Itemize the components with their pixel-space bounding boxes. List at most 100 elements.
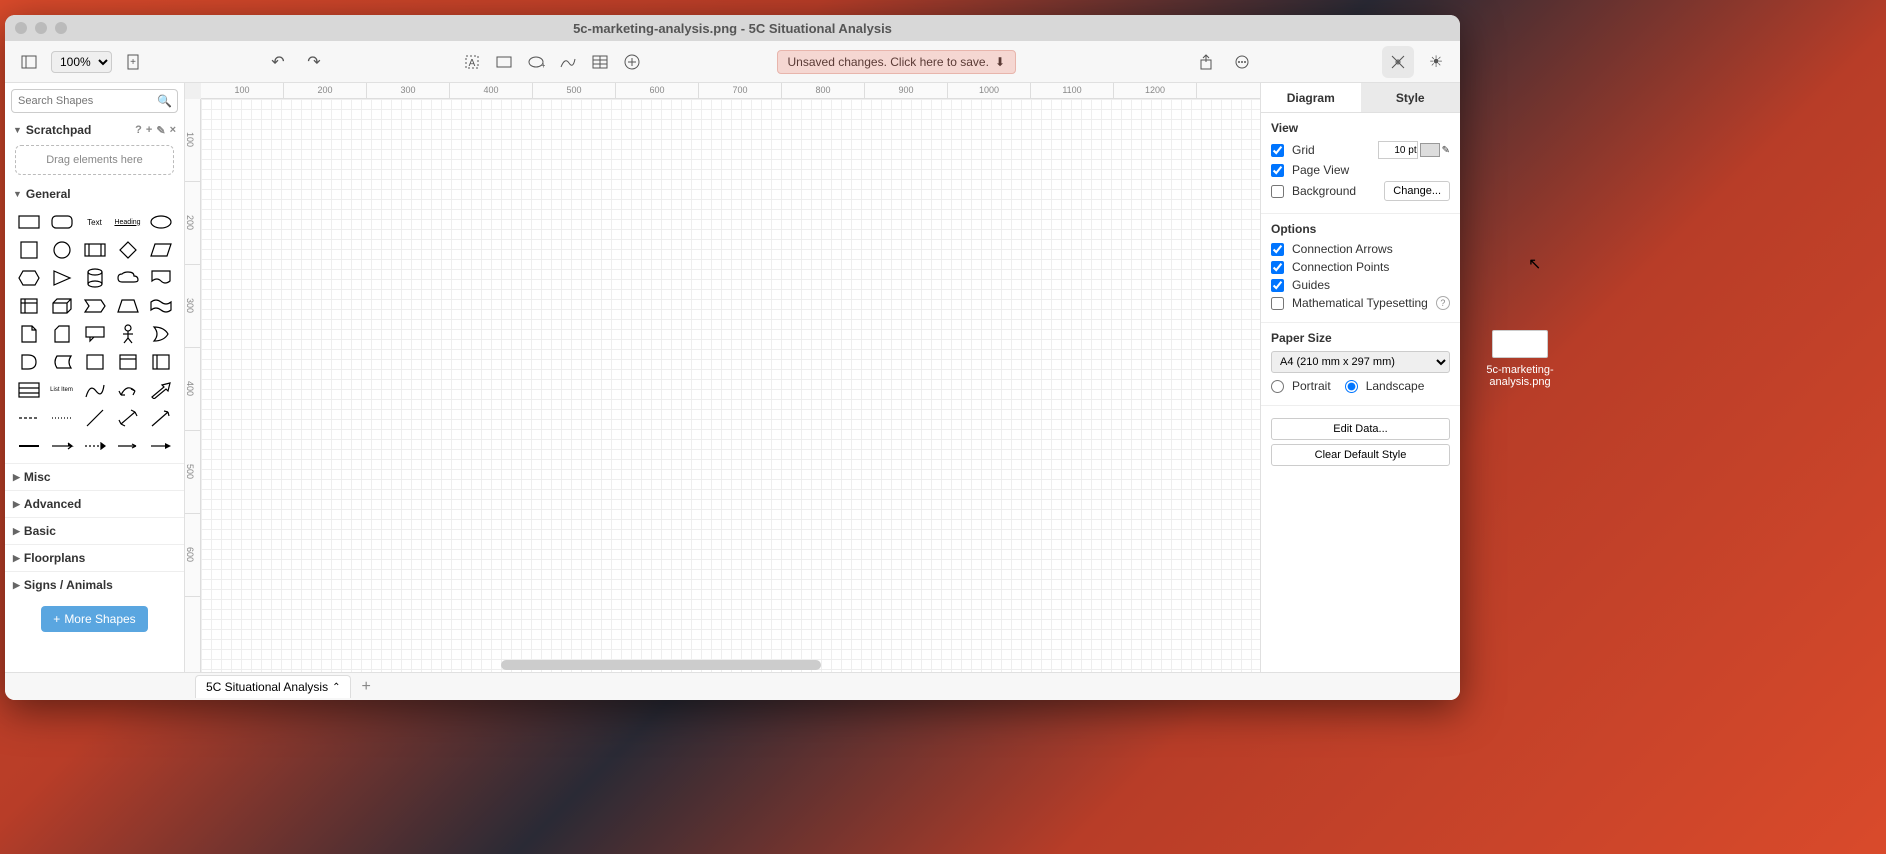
share-icon[interactable]: [1192, 48, 1220, 76]
more-shapes-button[interactable]: + More Shapes: [41, 606, 147, 632]
help-icon[interactable]: ?: [1436, 296, 1450, 310]
comments-icon[interactable]: [1228, 48, 1256, 76]
shape-card[interactable]: [46, 321, 77, 347]
shape-square[interactable]: [13, 237, 44, 263]
minimize-window-icon[interactable]: [35, 22, 47, 34]
add-page-icon[interactable]: +: [361, 678, 370, 696]
theme-icon[interactable]: ☀: [1422, 48, 1450, 76]
shape-rounded-rect[interactable]: [46, 209, 77, 235]
color-picker-icon[interactable]: ✎: [1442, 145, 1450, 156]
shape-cloud[interactable]: [112, 265, 143, 291]
guides-checkbox[interactable]: [1271, 279, 1284, 292]
category-floorplans[interactable]: ▶Floorplans: [5, 544, 184, 571]
shape-arrow-single[interactable]: [145, 405, 176, 431]
grid-color-swatch[interactable]: [1420, 143, 1440, 157]
search-input[interactable]: [11, 89, 178, 113]
shape-curve[interactable]: [79, 377, 110, 403]
background-checkbox[interactable]: [1271, 185, 1284, 198]
category-signs-animals[interactable]: ▶Signs / Animals: [5, 571, 184, 598]
horizontal-scrollbar[interactable]: [501, 660, 821, 670]
clear-style-button[interactable]: Clear Default Style: [1271, 444, 1450, 466]
shape-arrow-bi[interactable]: [112, 405, 143, 431]
shape-trapezoid[interactable]: [112, 293, 143, 319]
shape-connector-dash-arrow[interactable]: [79, 433, 110, 459]
shape-container-v[interactable]: [145, 349, 176, 375]
category-advanced[interactable]: ▶Advanced: [5, 490, 184, 517]
shape-ellipse[interactable]: [145, 209, 176, 235]
shape-or[interactable]: [145, 321, 176, 347]
shape-container-h[interactable]: [112, 349, 143, 375]
landscape-radio[interactable]: [1345, 380, 1358, 393]
shape-process[interactable]: [79, 237, 110, 263]
chevron-up-icon[interactable]: ⌃: [332, 682, 340, 693]
shape-list[interactable]: [13, 377, 44, 403]
shape-line-diag[interactable]: [79, 405, 110, 431]
shape-connector-solid[interactable]: [13, 433, 44, 459]
text-tool-icon[interactable]: A: [458, 48, 486, 76]
close-window-icon[interactable]: [15, 22, 27, 34]
shape-line-dotted[interactable]: [46, 405, 77, 431]
grid-size-input[interactable]: [1378, 141, 1418, 159]
grid-checkbox[interactable]: [1271, 144, 1284, 157]
maximize-window-icon[interactable]: [55, 22, 67, 34]
shape-circle[interactable]: [46, 237, 77, 263]
shape-document[interactable]: [145, 265, 176, 291]
shape-step[interactable]: [79, 293, 110, 319]
paper-size-select[interactable]: A4 (210 mm x 297 mm): [1271, 351, 1450, 373]
shape-connector-arrow[interactable]: [46, 433, 77, 459]
insert-icon[interactable]: [618, 48, 646, 76]
shape-connector-filled[interactable]: [145, 433, 176, 459]
tab-style[interactable]: Style: [1361, 83, 1461, 112]
shape-cylinder[interactable]: [79, 265, 110, 291]
shape-heading[interactable]: Heading: [112, 209, 143, 235]
canvas-page[interactable]: [201, 99, 1260, 672]
desktop-file[interactable]: 5c-marketing-analysis.png: [1480, 330, 1560, 388]
scratchpad-dropzone[interactable]: Drag elements here: [15, 145, 174, 175]
ellipse-tool-icon[interactable]: +: [522, 48, 550, 76]
shape-text[interactable]: Text: [79, 209, 110, 235]
format-panel-toggle-icon[interactable]: [1382, 46, 1414, 78]
category-misc[interactable]: ▶Misc: [5, 463, 184, 490]
shape-rectangle[interactable]: [13, 209, 44, 235]
unsaved-banner[interactable]: Unsaved changes. Click here to save. ⬇: [777, 50, 1017, 74]
table-tool-icon[interactable]: [586, 48, 614, 76]
math-checkbox[interactable]: [1271, 297, 1284, 310]
shape-callout[interactable]: [79, 321, 110, 347]
rect-tool-icon[interactable]: [490, 48, 518, 76]
shape-note[interactable]: [13, 321, 44, 347]
change-bg-button[interactable]: Change...: [1384, 181, 1450, 201]
general-header[interactable]: ▼ General: [5, 183, 184, 205]
zoom-select[interactable]: 100%: [51, 51, 112, 73]
shape-list-item[interactable]: List Item: [46, 377, 77, 403]
scratchpad-help-icon[interactable]: ?: [135, 124, 142, 137]
edit-data-button[interactable]: Edit Data...: [1271, 418, 1450, 440]
toggle-sidebar-icon[interactable]: [15, 48, 43, 76]
shape-tape[interactable]: [145, 293, 176, 319]
shape-hexagon[interactable]: [13, 265, 44, 291]
shape-data-storage[interactable]: [46, 349, 77, 375]
shape-parallelogram[interactable]: [145, 237, 176, 263]
shape-connector-thin-arrow[interactable]: [112, 433, 143, 459]
pageview-checkbox[interactable]: [1271, 164, 1284, 177]
portrait-radio[interactable]: [1271, 380, 1284, 393]
shape-cube[interactable]: [46, 293, 77, 319]
freehand-tool-icon[interactable]: [554, 48, 582, 76]
shape-triangle[interactable]: [46, 265, 77, 291]
scratchpad-add-icon[interactable]: +: [146, 124, 152, 137]
shape-diamond[interactable]: [112, 237, 143, 263]
shape-line-dashed[interactable]: [13, 405, 44, 431]
shape-and[interactable]: [13, 349, 44, 375]
scratchpad-header[interactable]: ▼ Scratchpad ? + ✎ ×: [5, 119, 184, 141]
shape-actor[interactable]: [112, 321, 143, 347]
page-tab[interactable]: 5C Situational Analysis ⌃: [195, 675, 351, 698]
search-icon[interactable]: 🔍: [157, 94, 172, 108]
shape-arrow-bi-curve[interactable]: [112, 377, 143, 403]
shape-internal-storage[interactable]: [13, 293, 44, 319]
tab-diagram[interactable]: Diagram: [1261, 83, 1361, 112]
redo-icon[interactable]: ↷: [300, 48, 328, 76]
scratchpad-edit-icon[interactable]: ✎: [156, 124, 165, 137]
category-basic[interactable]: ▶Basic: [5, 517, 184, 544]
canvas-area[interactable]: 100200300400500600700800900100011001200 …: [185, 83, 1260, 672]
shape-container[interactable]: [79, 349, 110, 375]
undo-icon[interactable]: ↶: [264, 48, 292, 76]
